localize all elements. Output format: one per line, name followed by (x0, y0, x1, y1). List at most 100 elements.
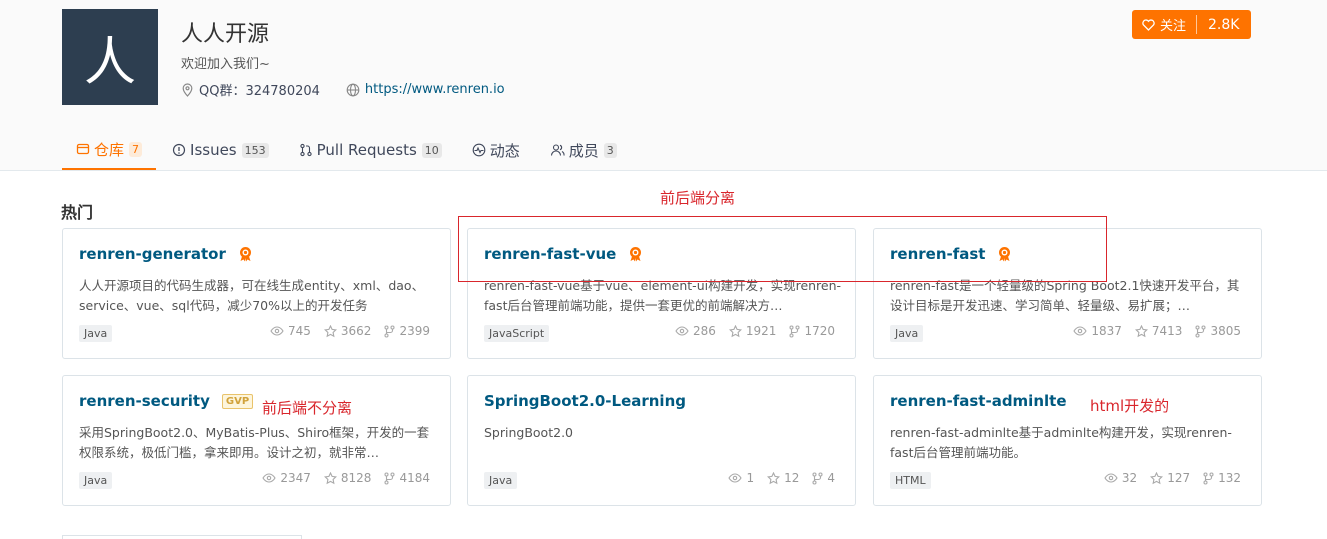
repo-stats: 2347 8128 4184 (249, 471, 430, 485)
tab-members[interactable]: 成员 3 (536, 130, 631, 170)
watch-count: 1 (728, 471, 754, 485)
repo-stats: 286 1921 1720 (662, 324, 835, 338)
section-title: 热门 (61, 203, 94, 222)
tab-label: Pull Requests (316, 141, 417, 159)
language-tag[interactable]: Java (79, 325, 113, 342)
repo-name-link[interactable]: SpringBoot2.0-Learning (484, 392, 686, 410)
watch-count: 745 (270, 324, 311, 338)
star-count-value: 1921 (745, 324, 777, 338)
org-tabs: 仓库 7 Issues 153 Pull Requests 10 动态 成员 3 (62, 130, 633, 171)
heart-icon (1142, 18, 1155, 31)
repo-name-link[interactable]: renren-security (79, 392, 210, 410)
follow-count[interactable]: 2.8K (1197, 17, 1251, 33)
star-icon (323, 471, 337, 484)
fork-count: 4 (812, 471, 835, 485)
tab-pull-requests[interactable]: Pull Requests 10 (285, 130, 456, 170)
follow-button[interactable]: 关注 2.8K (1132, 10, 1252, 39)
watch-count: 286 (675, 324, 716, 338)
annotation-not-separated: 前后端不分离 (262, 399, 353, 417)
watch-icon (728, 473, 743, 483)
repo-name-row: SpringBoot2.0-Learning (484, 392, 686, 410)
website-link[interactable]: https://www.renren.io (365, 82, 505, 97)
star-count: 127 (1150, 471, 1190, 485)
tab-issues[interactable]: Issues 153 (158, 130, 283, 170)
repo-description: renren-fast-vue基于vue、element-ui构建开发，实现re… (484, 278, 842, 313)
org-avatar: 人 (62, 9, 158, 105)
repo-stats: 1837 7413 3805 (1060, 324, 1241, 338)
fork-icon (384, 471, 396, 485)
repo-name-link[interactable]: renren-fast-adminlte (890, 392, 1067, 410)
tab-label: 仓库 (94, 140, 125, 159)
language-tag[interactable]: JavaScript (484, 325, 550, 342)
location-pin-icon (182, 82, 193, 97)
annotation-html-dev: html开发的 (1090, 397, 1170, 415)
repo-description: renren-fast-adminlte基于adminlte构建开发，实现ren… (890, 425, 1232, 460)
globe-icon (346, 83, 360, 96)
fork-icon (384, 324, 396, 338)
star-count-value: 127 (1167, 471, 1191, 485)
star-count-value: 12 (784, 471, 800, 485)
repo-card[interactable]: renren-security GVP 采用SpringBoot2.0、MyBat… (62, 375, 451, 506)
language-tag[interactable]: HTML (890, 472, 931, 489)
tab-activity[interactable]: 动态 (458, 130, 534, 170)
tab-repos[interactable]: 仓库 7 (62, 130, 157, 170)
tab-label: 成员 (568, 141, 599, 160)
follow-text: 关注 (1160, 19, 1187, 34)
repo-description: SpringBoot2.0 (484, 425, 573, 440)
fork-count: 4184 (384, 471, 430, 485)
star-count-value: 7413 (1151, 324, 1183, 338)
website[interactable]: https://www.renren.io (346, 82, 505, 97)
repo-description: renren-fast是一个轻量级的Spring Boot2.1快速开发平台，其… (890, 278, 1240, 313)
language-tag[interactable]: Java (484, 472, 518, 489)
repo-stats: 1 12 4 (715, 471, 835, 485)
watch-icon (262, 473, 276, 483)
watch-count: 2347 (262, 471, 311, 485)
fork-count: 132 (1203, 471, 1241, 485)
watch-count-value: 32 (1121, 471, 1138, 485)
annotation-separated: 前后端分离 (660, 189, 736, 207)
repo-card[interactable]: renren-fast-adminlte renren-fast-adminlt… (873, 375, 1262, 506)
fork-count-value: 132 (1218, 471, 1241, 485)
watch-count-value: 286 (693, 324, 716, 338)
watch-icon (1073, 326, 1087, 336)
fork-count: 3805 (1195, 324, 1241, 338)
issue-icon (172, 143, 186, 157)
activity-icon (472, 143, 486, 157)
repo-icon (76, 143, 90, 155)
watch-count-value: 2347 (280, 471, 311, 485)
repo-name-link[interactable]: renren-generator (79, 245, 226, 263)
tab-count: 10 (421, 142, 442, 158)
language-tag[interactable]: Java (890, 325, 924, 342)
tab-count: 153 (241, 142, 269, 158)
fork-icon (1203, 471, 1214, 485)
pull-request-icon (299, 143, 312, 157)
repo-description: 采用SpringBoot2.0、MyBatis-Plus、Shiro框架，开发的… (79, 425, 430, 460)
avatar-char: 人 (83, 32, 136, 93)
repo-stats: 32 127 132 (1091, 471, 1241, 485)
follow-label[interactable]: 关注 (1132, 15, 1198, 34)
fork-icon (1195, 324, 1207, 338)
watch-icon (1104, 473, 1118, 483)
star-count: 12 (767, 471, 799, 485)
fork-count: 2399 (384, 324, 430, 338)
watch-icon (270, 326, 284, 336)
org-name: 人人开源 (181, 22, 270, 47)
tab-label: Issues (190, 141, 237, 159)
qq-group: QQ群：324780204 (181, 80, 320, 99)
tab-label: 动态 (489, 141, 520, 160)
star-icon (1134, 324, 1148, 337)
fork-count-value: 1720 (804, 324, 835, 338)
gvp-badge[interactable]: GVP (221, 393, 254, 409)
language-tag[interactable]: Java (79, 472, 113, 489)
members-icon (550, 144, 565, 156)
star-icon (323, 324, 337, 337)
star-count: 1921 (728, 324, 777, 338)
watch-count-value: 1837 (1091, 324, 1122, 338)
fork-count-value: 2399 (399, 324, 430, 338)
tab-count: 3 (603, 142, 617, 158)
repo-card[interactable]: renren-generator 人人开源项目的代码生成器，可在线生成entit… (62, 228, 451, 359)
fork-icon (812, 471, 823, 485)
repo-card[interactable]: SpringBoot2.0-Learning SpringBoot2.0 Jav… (467, 375, 856, 506)
repo-name-row: renren-generator (79, 245, 253, 263)
recommended-badge-icon (239, 247, 251, 262)
